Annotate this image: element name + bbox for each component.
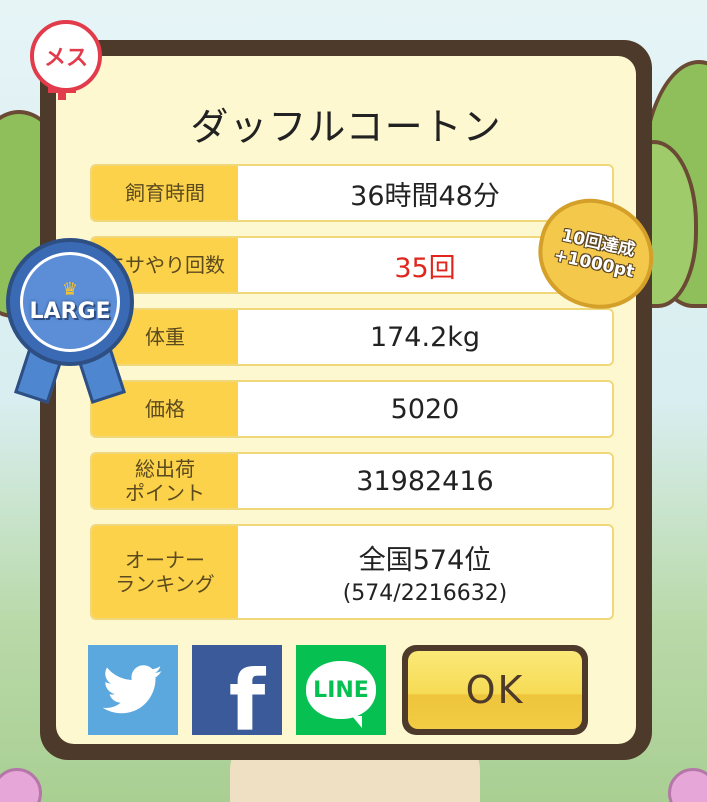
twitter-share-button[interactable] xyxy=(88,645,178,735)
dialog-panel: ダッフルコートン 飼育時間 36時間48分 エサやり回数 35回 体重 174.… xyxy=(56,56,636,744)
price-value: 5020 xyxy=(390,393,460,425)
facebook-share-button[interactable]: f xyxy=(192,645,282,735)
row-breeding-time: 飼育時間 36時間48分 xyxy=(90,164,614,222)
pet-status-dialog: ダッフルコートン 飼育時間 36時間48分 エサやり回数 35回 体重 174.… xyxy=(40,40,652,760)
line-icon-label: LINE xyxy=(313,677,369,703)
line-icon: LINE xyxy=(306,661,376,728)
row-total-shipping-points: 総出荷 ポイント 31982416 xyxy=(90,452,614,510)
row-price: 価格 5020 xyxy=(90,380,614,438)
row-label: 飼育時間 xyxy=(92,166,238,220)
row-owner-ranking: オーナー ランキング 全国574位 (574/2216632) xyxy=(90,524,614,620)
ok-button-label: OK xyxy=(465,668,525,712)
row-value: 全国574位 (574/2216632) xyxy=(238,526,612,618)
ok-button[interactable]: OK xyxy=(402,645,588,735)
weight-value: 174.2kg xyxy=(369,321,481,353)
size-ribbon-badge: ♛ LARGE xyxy=(6,238,134,366)
gender-label: メス xyxy=(43,46,88,71)
pet-name-title: ダッフルコートン xyxy=(190,105,502,149)
row-weight: 体重 174.2kg xyxy=(90,308,614,366)
ok-button-face: OK xyxy=(408,651,582,729)
gender-circle: メス xyxy=(30,20,102,92)
shipping-points-value: 31982416 xyxy=(356,465,494,497)
row-label: オーナー ランキング xyxy=(92,526,238,618)
twitter-icon xyxy=(103,665,162,714)
row-value: 5020 xyxy=(238,382,612,436)
row-value: 174.2kg xyxy=(238,310,612,364)
ranking-detail: (574/2216632) xyxy=(342,581,508,606)
ranking-value: 全国574位 xyxy=(358,545,492,576)
row-value: 31982416 xyxy=(238,454,612,508)
crown-icon: ♛ xyxy=(61,278,79,300)
size-label: LARGE xyxy=(29,298,111,324)
row-label: 総出荷 ポイント xyxy=(92,454,238,508)
feeding-count-value: 35回 xyxy=(394,252,456,284)
row-feeding-count: エサやり回数 35回 xyxy=(90,236,614,294)
breeding-time-value: 36時間48分 xyxy=(350,180,500,212)
facebook-icon: f xyxy=(228,652,266,735)
line-share-button[interactable]: LINE xyxy=(296,645,386,735)
ribbon-center: ♛ LARGE xyxy=(20,252,120,352)
